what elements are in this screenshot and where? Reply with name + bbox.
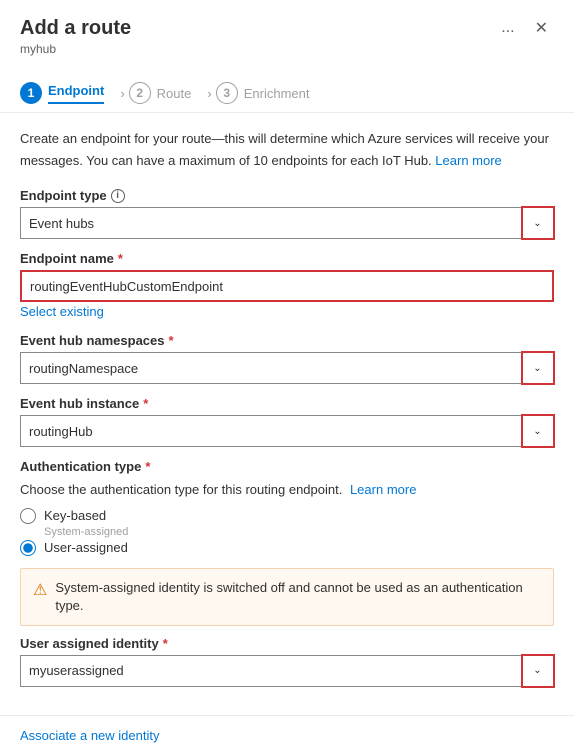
radio-key-based-input[interactable] xyxy=(20,508,36,524)
step-sep-2: › xyxy=(203,86,215,101)
step-2-label: Route xyxy=(157,86,192,101)
panel-title: Add a route xyxy=(20,17,131,40)
warning-box: ⚠ System-assigned identity is switched o… xyxy=(20,568,554,626)
step-3-circle: 3 xyxy=(216,82,238,104)
step-2-circle: 2 xyxy=(129,82,151,104)
chevron-down-icon-ns: ⌄ xyxy=(533,363,541,374)
radio-key-based[interactable]: Key-based xyxy=(20,508,554,524)
auth-type-required: * xyxy=(145,459,150,474)
event-hub-instance-label: Event hub instance * xyxy=(20,396,554,411)
radio-user-assigned-label: User-assigned xyxy=(44,540,128,555)
step-endpoint[interactable]: 1 Endpoint xyxy=(20,74,116,112)
radio-user-assigned[interactable]: User-assigned xyxy=(20,540,554,556)
event-hub-instance-select[interactable]: routingHub xyxy=(20,415,554,447)
endpoint-type-group: Endpoint type i Event hubs Service Bus Q… xyxy=(20,188,554,239)
associate-new-identity-button[interactable]: Associate a new identity xyxy=(20,728,159,743)
radio-user-assigned-input[interactable] xyxy=(20,540,36,556)
step-1-label: Endpoint xyxy=(48,83,104,104)
panel-footer: Associate a new identity xyxy=(0,715,574,755)
user-assigned-identity-label: User assigned identity * xyxy=(20,636,554,651)
auth-type-group: Authentication type * Choose the authent… xyxy=(20,459,554,556)
warning-icon: ⚠ xyxy=(33,580,47,600)
endpoint-type-dropdown-btn[interactable]: ⌄ xyxy=(522,207,554,239)
user-assigned-identity-required: * xyxy=(163,636,168,651)
warning-text: System-assigned identity is switched off… xyxy=(55,579,541,615)
step-route[interactable]: 2 Route xyxy=(129,74,204,112)
endpoint-type-select-wrapper: Event hubs Service Bus Queue Service Bus… xyxy=(20,207,554,239)
endpoint-type-select[interactable]: Event hubs Service Bus Queue Service Bus… xyxy=(20,207,554,239)
panel-header: Add a route ... ✕ myhub 1 Endpoint › 2 R… xyxy=(0,0,574,113)
endpoint-type-label: Endpoint type i xyxy=(20,188,554,203)
close-button[interactable]: ✕ xyxy=(529,16,554,40)
event-hub-instance-required: * xyxy=(143,396,148,411)
system-assigned-row: System-assigned User-assigned xyxy=(20,530,554,556)
endpoint-name-label: Endpoint name * xyxy=(20,251,554,266)
event-hub-namespaces-required: * xyxy=(169,333,174,348)
event-hub-instance-dropdown-btn[interactable]: ⌄ xyxy=(522,415,554,447)
user-assigned-identity-select[interactable]: myuserassigned xyxy=(20,655,554,687)
endpoint-name-input[interactable] xyxy=(20,270,554,302)
event-hub-namespaces-group: Event hub namespaces * routingNamespace … xyxy=(20,333,554,384)
chevron-down-icon: ⌄ xyxy=(533,218,541,229)
event-hub-namespaces-wrapper: routingNamespace ⌄ xyxy=(20,352,554,384)
panel-title-actions: ... ✕ xyxy=(495,16,554,40)
step-3-label: Enrichment xyxy=(244,86,310,101)
steps-row: 1 Endpoint › 2 Route › 3 Enrichment xyxy=(20,64,554,112)
event-hub-namespaces-label: Event hub namespaces * xyxy=(20,333,554,348)
event-hub-namespaces-dropdown-btn[interactable]: ⌄ xyxy=(522,352,554,384)
description-text: Create an endpoint for your route—this w… xyxy=(20,129,554,172)
ellipsis-button[interactable]: ... xyxy=(495,17,520,39)
chevron-down-icon-identity: ⌄ xyxy=(533,665,541,676)
system-assigned-sublabel: System-assigned xyxy=(44,526,554,538)
step-sep-1: › xyxy=(116,86,128,101)
step-enrichment[interactable]: 3 Enrichment xyxy=(216,74,322,112)
auth-type-label: Authentication type * xyxy=(20,459,554,474)
chevron-down-icon-inst: ⌄ xyxy=(533,426,541,437)
auth-type-radio-group: Key-based System-assigned User-assigned xyxy=(20,508,554,556)
step-1-circle: 1 xyxy=(20,82,42,104)
endpoint-name-required: * xyxy=(118,251,123,266)
radio-key-based-label: Key-based xyxy=(44,508,106,523)
endpoint-type-info-icon[interactable]: i xyxy=(111,189,125,203)
learn-more-link-top[interactable]: Learn more xyxy=(435,149,501,173)
add-route-panel: Add a route ... ✕ myhub 1 Endpoint › 2 R… xyxy=(0,0,574,755)
event-hub-namespaces-select[interactable]: routingNamespace xyxy=(20,352,554,384)
panel-body: Create an endpoint for your route—this w… xyxy=(0,113,574,715)
endpoint-name-group: Endpoint name * Select existing xyxy=(20,251,554,321)
user-assigned-identity-dropdown-btn[interactable]: ⌄ xyxy=(522,655,554,687)
auth-type-learn-more-link[interactable]: Learn more xyxy=(350,478,416,502)
select-existing-button[interactable]: Select existing xyxy=(20,302,104,321)
panel-subtitle: myhub xyxy=(20,42,554,64)
user-assigned-identity-group: User assigned identity * myuserassigned … xyxy=(20,636,554,687)
event-hub-instance-wrapper: routingHub ⌄ xyxy=(20,415,554,447)
user-assigned-identity-wrapper: myuserassigned ⌄ xyxy=(20,655,554,687)
auth-type-description: Choose the authentication type for this … xyxy=(20,478,554,502)
event-hub-instance-group: Event hub instance * routingHub ⌄ xyxy=(20,396,554,447)
